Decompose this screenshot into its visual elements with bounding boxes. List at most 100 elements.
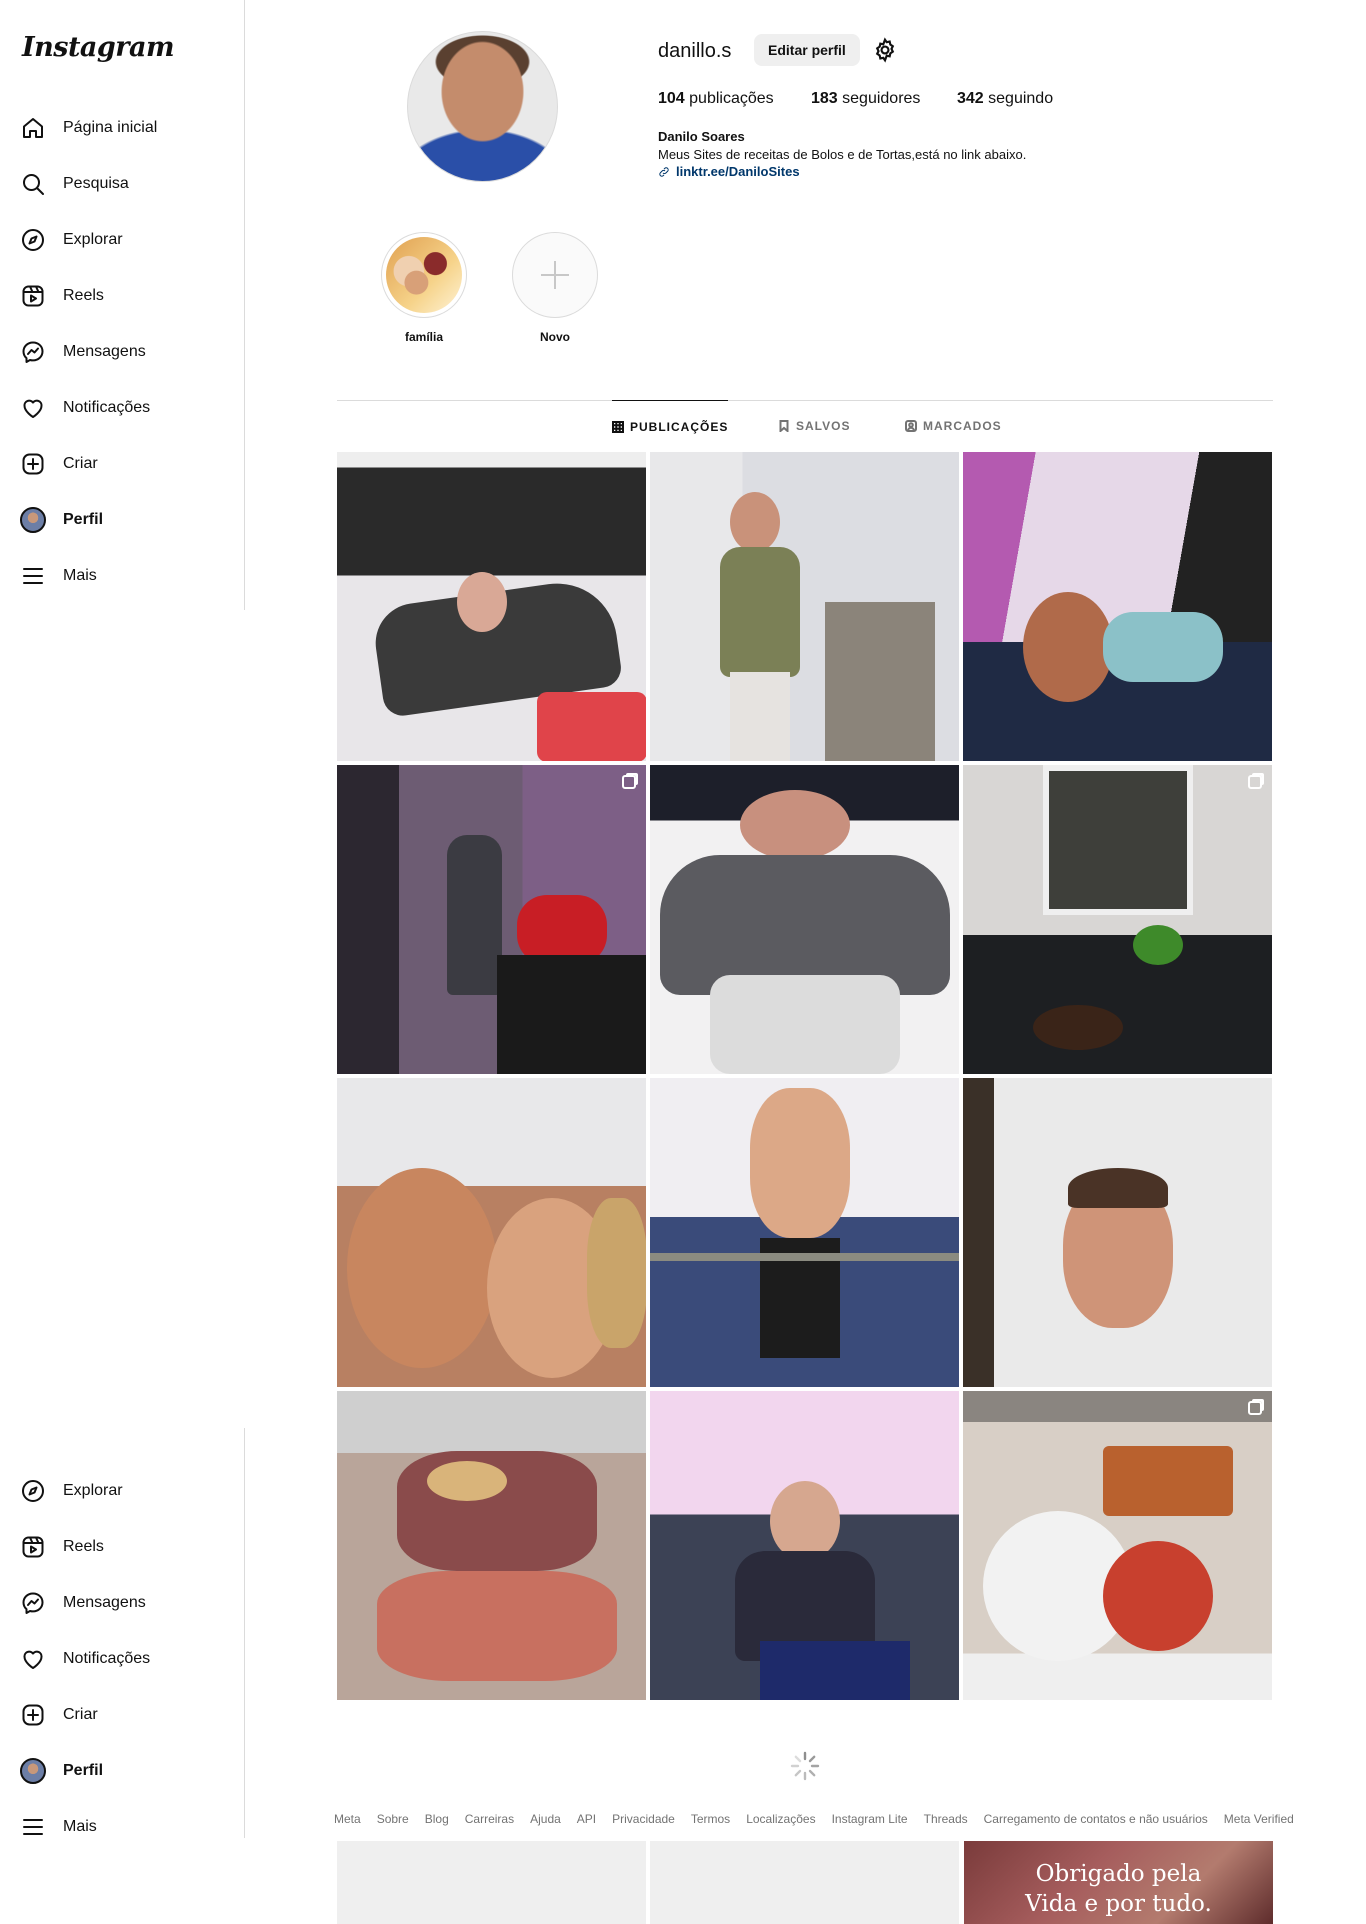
footer-link[interactable]: API (577, 1812, 596, 1826)
nav-notifications[interactable]: Notificações (20, 388, 150, 428)
nav-more[interactable]: Mais (20, 556, 97, 596)
footer-link[interactable]: Meta (334, 1812, 361, 1826)
settings-gear-icon[interactable] (872, 37, 898, 63)
post-tile[interactable] (337, 765, 646, 1074)
nav-explore[interactable]: Explorar (20, 1471, 123, 1511)
highlight-label: família (404, 330, 443, 344)
post-tile[interactable] (650, 765, 959, 1074)
footer-link[interactable]: Threads (924, 1812, 968, 1826)
loading-spinner-icon (789, 1750, 821, 1782)
sidebar-top: Instagram Página inicial Pesquisa Explor… (0, 0, 245, 610)
avatar (20, 507, 46, 533)
tagged-icon (905, 420, 917, 432)
grid-icon (612, 420, 624, 433)
nav-reels[interactable]: Reels (20, 1527, 104, 1567)
tab-tagged[interactable]: MARCADOS (905, 400, 1002, 452)
plus-square-icon (20, 1702, 46, 1728)
footer-link[interactable]: Carreiras (465, 1812, 514, 1826)
nav-profile[interactable]: Perfil (20, 1751, 103, 1791)
footer-link[interactable]: Meta Verified (1224, 1812, 1294, 1826)
nav-label: Pesquisa (63, 175, 129, 192)
posts-count: 104 publicações (658, 90, 774, 107)
footer-link[interactable]: Carregamento de contatos e não usuários (984, 1812, 1208, 1826)
instagram-logo[interactable]: Instagram (22, 32, 175, 63)
reels-icon (20, 1534, 46, 1560)
nav-label: Criar (63, 455, 98, 472)
nav-label: Mais (63, 1818, 97, 1835)
nav-more[interactable]: Mais (20, 1807, 97, 1847)
post-tile[interactable] (337, 1078, 646, 1387)
footer-link[interactable]: Privacidade (612, 1812, 675, 1826)
profile-bio: Meus Sites de receitas de Bolos e de Tor… (658, 147, 1027, 162)
post-tile[interactable] (337, 452, 646, 761)
plus-icon (541, 261, 569, 289)
tab-posts[interactable]: PUBLICAÇÕES (612, 400, 729, 452)
post-tile[interactable] (650, 1078, 959, 1387)
nav-label: Mensagens (63, 1594, 146, 1611)
nav-profile[interactable]: Perfil (20, 500, 103, 540)
compass-icon (20, 1478, 46, 1504)
nav-label: Notificações (63, 1650, 151, 1667)
nav-label: Mais (63, 567, 97, 584)
heart-icon (20, 1646, 46, 1672)
reels-icon (20, 283, 46, 309)
menu-icon (20, 563, 46, 589)
nav-label: Reels (63, 287, 104, 304)
post-tile[interactable] (963, 765, 1272, 1074)
post-tile[interactable] (337, 1391, 646, 1700)
tab-saved[interactable]: SALVOS (778, 400, 850, 452)
footer-link[interactable]: Instagram Lite (832, 1812, 908, 1826)
profile-full-name: Danilo Soares (658, 129, 745, 144)
nav-label: Notificações (63, 399, 151, 416)
sidebar-bottom: Explorar Reels Mensagens Notificações Cr… (0, 1428, 245, 1838)
heart-icon (20, 395, 46, 421)
profile-link[interactable]: linktr.ee/DaniloSites (658, 164, 800, 179)
post-tile[interactable]: Obrigado pela Vida e por tudo. (964, 1841, 1273, 1924)
post-tile[interactable] (963, 1078, 1272, 1387)
nav-notifications[interactable]: Notificações (20, 1639, 150, 1679)
messenger-icon (20, 1590, 46, 1616)
footer-link[interactable]: Blog (425, 1812, 449, 1826)
nav-label: Explorar (63, 1482, 123, 1499)
post-tile[interactable] (650, 1391, 959, 1700)
footer-link[interactable]: Ajuda (530, 1812, 561, 1826)
footer-links: Meta Sobre Blog Carreiras Ajuda API Priv… (334, 1812, 1294, 1826)
footer-link[interactable]: Sobre (377, 1812, 409, 1826)
multiple-photos-icon (622, 775, 636, 789)
post-tile-loading (337, 1841, 646, 1924)
nav-messages[interactable]: Mensagens (20, 332, 146, 372)
multiple-photos-icon (1248, 775, 1262, 789)
highlight-label: Novo (540, 330, 570, 344)
highlight-new[interactable]: Novo (511, 232, 599, 344)
nav-messages[interactable]: Mensagens (20, 1583, 146, 1623)
followers-count[interactable]: 183 seguidores (811, 90, 920, 108)
post-tile[interactable] (963, 1391, 1272, 1700)
footer-link[interactable]: Localizações (746, 1812, 815, 1826)
nav-home[interactable]: Página inicial (20, 108, 157, 148)
menu-icon (20, 1814, 46, 1840)
footer-link[interactable]: Termos (691, 1812, 730, 1826)
nav-create[interactable]: Criar (20, 1695, 98, 1735)
nav-label: Criar (63, 1706, 98, 1723)
highlight-familia[interactable]: família (380, 232, 468, 344)
nav-reels[interactable]: Reels (20, 276, 104, 316)
plus-square-icon (20, 451, 46, 477)
post-tile[interactable] (650, 452, 959, 761)
post-caption-line: Obrigado pela (1035, 1861, 1202, 1887)
home-icon (20, 115, 46, 141)
nav-create[interactable]: Criar (20, 444, 98, 484)
post-tile-loading (650, 1841, 959, 1924)
edit-profile-button[interactable]: Editar perfil (754, 34, 860, 66)
nav-search[interactable]: Pesquisa (20, 164, 129, 204)
profile-avatar[interactable] (407, 31, 558, 182)
multiple-photos-icon (1248, 1401, 1262, 1415)
highlight-cover (386, 237, 462, 313)
avatar (20, 1758, 46, 1784)
following-count[interactable]: 342 seguindo (957, 90, 1053, 108)
nav-label: Explorar (63, 231, 123, 248)
nav-label: Perfil (63, 1762, 104, 1779)
post-caption-line: Vida e por tudo. (1025, 1891, 1212, 1917)
nav-explore[interactable]: Explorar (20, 220, 123, 260)
profile-username: danillo.s (658, 40, 732, 62)
post-tile[interactable] (963, 452, 1272, 761)
